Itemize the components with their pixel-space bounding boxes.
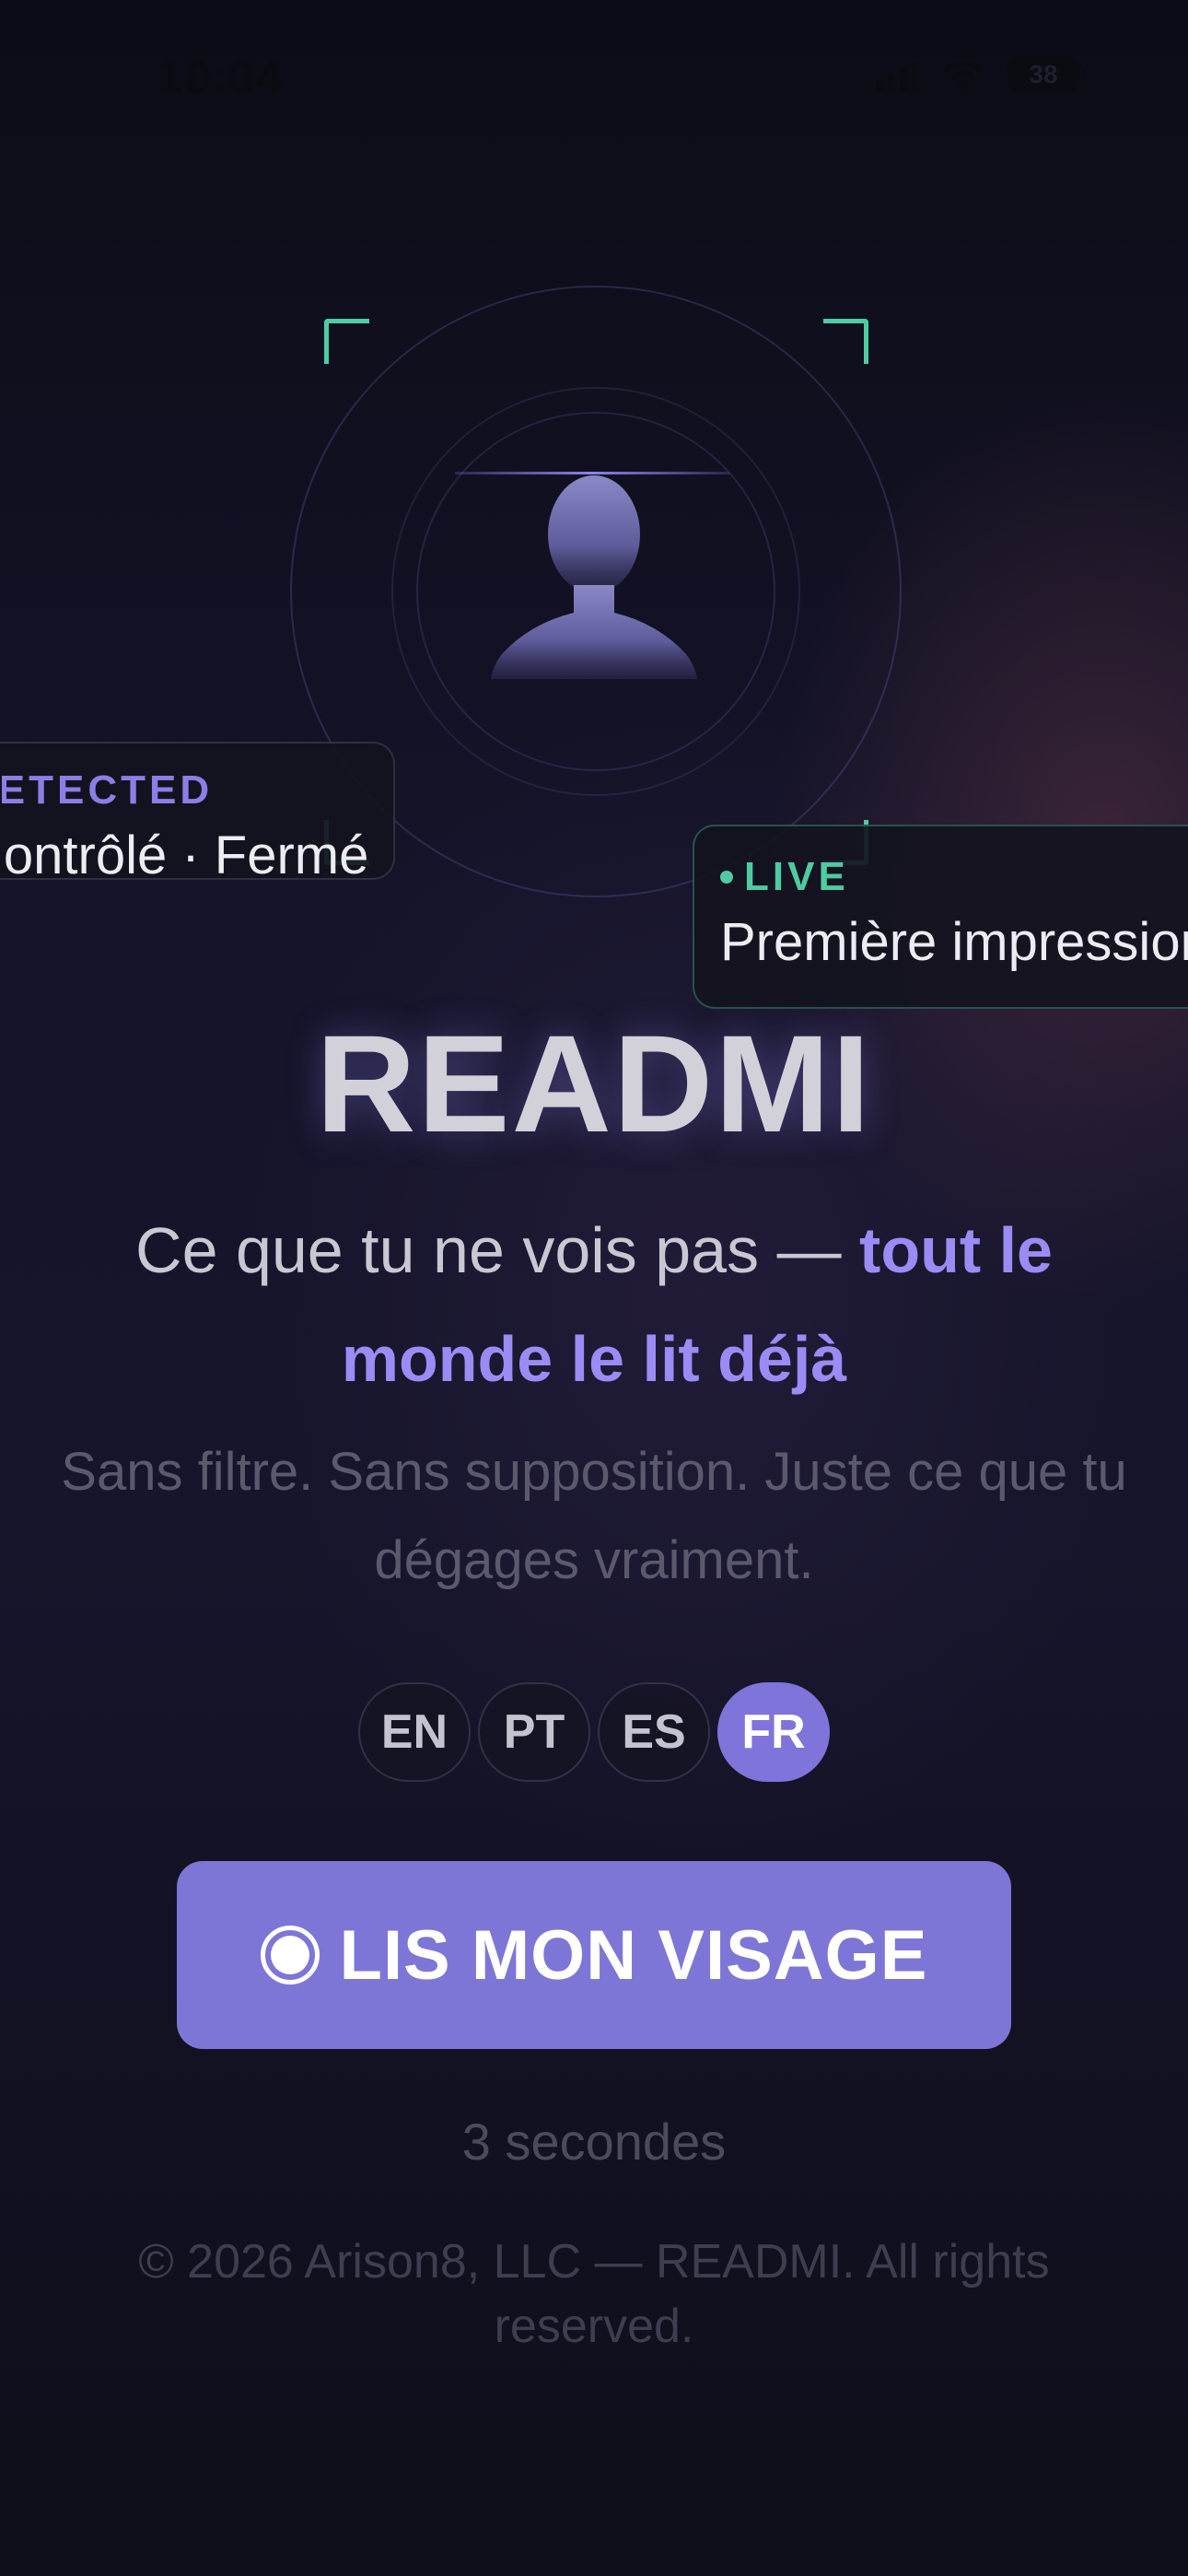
corner-bracket-top-left — [324, 319, 369, 364]
language-option-es[interactable]: ES — [598, 1682, 710, 1782]
battery-level: 38 — [1029, 60, 1058, 88]
subtext: Sans filtre. Sans supposition. Juste ce … — [61, 1442, 1127, 1590]
detected-card: DETECTED Contrôlé · Fermé — [0, 742, 395, 885]
live-text: Première impression — [720, 912, 1188, 972]
live-dot-icon — [720, 871, 733, 884]
record-icon — [260, 1926, 320, 1985]
battery-icon: 38 — [1007, 57, 1086, 92]
read-my-face-button[interactable]: LIS MON VISAGE — [177, 1861, 1011, 2049]
footer-copyright: © 2026 Arison8, LLC — READMI. All rights… — [138, 2235, 1050, 2353]
language-option-en[interactable]: EN — [358, 1682, 471, 1782]
live-tag: LIVE — [720, 854, 849, 900]
detected-tag: DETECTED — [0, 767, 214, 813]
signal-icon — [876, 59, 919, 90]
screen: 10:04 38 ETECTED Contrôlé · Fermé LIVE P… — [0, 0, 1188, 2576]
status-icons: 38 — [876, 57, 1086, 92]
status-bar: 10:04 38 — [0, 0, 1188, 157]
tagline: Ce que tu ne vois pas — tout le monde le… — [74, 1196, 1114, 1413]
corner-bracket-top-right — [823, 319, 868, 364]
duration-label: 3 secondes — [461, 2113, 727, 2171]
detected-text: Contrôlé · Fermé — [0, 825, 369, 885]
language-option-fr[interactable]: FR — [717, 1682, 830, 1782]
cta-label: LIS MON VISAGE — [339, 1915, 928, 1995]
live-card: LIVE Première impression — [693, 825, 1188, 1009]
wifi-icon — [939, 57, 987, 92]
app-title: READMI — [316, 1006, 872, 1161]
tagline-plain: Ce que tu ne vois pas — — [135, 1214, 860, 1286]
live-tag-label: LIVE — [744, 854, 849, 899]
status-time: 10:04 — [157, 51, 284, 104]
language-selector: EN PT ES FR — [0, 1682, 1188, 1782]
language-option-pt[interactable]: PT — [478, 1682, 590, 1782]
face-scanner: DETECTED Contrôlé · Fermé LIVE Première … — [0, 276, 1188, 1009]
face-silhouette-icon — [491, 475, 697, 679]
